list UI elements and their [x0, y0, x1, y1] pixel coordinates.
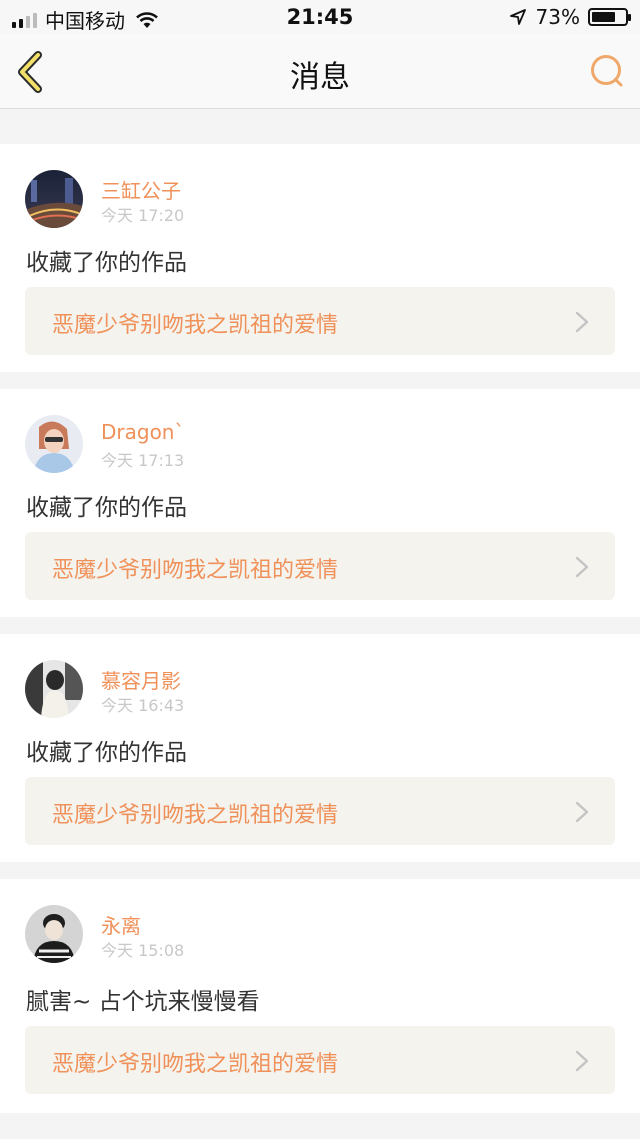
search-button[interactable]	[588, 52, 626, 90]
work-link[interactable]: 恶魔少爷别吻我之凯祖的爱情	[25, 1026, 615, 1094]
message-text: 腻害~ 占个坑来慢慢看	[26, 989, 260, 1015]
page-title: 消息	[290, 60, 350, 95]
username[interactable]: 永离	[101, 910, 141, 939]
chevron-right-icon	[575, 556, 589, 578]
timestamp: 今天 17:20	[101, 206, 185, 225]
nav-bar: 消息	[0, 34, 640, 109]
status-right: 73%	[509, 5, 631, 29]
avatar[interactable]	[25, 415, 83, 473]
username[interactable]: 三缸公子	[101, 175, 181, 204]
battery-icon	[588, 8, 631, 26]
work-link[interactable]: 恶魔少爷别吻我之凯祖的爱情	[25, 287, 615, 355]
avatar[interactable]	[25, 660, 83, 718]
timestamp: 今天 15:08	[101, 941, 185, 960]
avatar[interactable]	[25, 905, 83, 963]
chevron-right-icon	[575, 311, 589, 333]
work-title: 恶魔少爷别吻我之凯祖的爱情	[52, 558, 339, 583]
message-card: 慕容月影 今天 16:43 收藏了你的作品 恶魔少爷别吻我之凯祖的爱情	[0, 634, 640, 862]
message-card: Dragon` 今天 17:13 收藏了你的作品 恶魔少爷别吻我之凯祖的爱情	[0, 389, 640, 617]
work-link[interactable]: 恶魔少爷别吻我之凯祖的爱情	[25, 777, 615, 845]
message-text: 收藏了你的作品	[26, 740, 187, 766]
work-title: 恶魔少爷别吻我之凯祖的爱情	[52, 313, 339, 338]
message-text: 收藏了你的作品	[26, 250, 187, 276]
chevron-right-icon	[575, 1050, 589, 1072]
username[interactable]: Dragon`	[101, 420, 185, 444]
location-arrow-icon	[509, 9, 526, 25]
chevron-right-icon	[575, 801, 589, 823]
work-title: 恶魔少爷别吻我之凯祖的爱情	[52, 803, 339, 828]
timestamp: 今天 16:43	[101, 696, 185, 715]
status-bar: 中国移动 21:45 73%	[0, 0, 640, 34]
message-card: 永离 今天 15:08 腻害~ 占个坑来慢慢看 恶魔少爷别吻我之凯祖的爱情	[0, 879, 640, 1113]
username[interactable]: 慕容月影	[101, 665, 181, 694]
timestamp: 今天 17:13	[101, 451, 185, 470]
message-card: 三缸公子 今天 17:20 收藏了你的作品 恶魔少爷别吻我之凯祖的爱情	[0, 144, 640, 372]
work-title: 恶魔少爷别吻我之凯祖的爱情	[52, 1052, 339, 1077]
search-icon	[591, 55, 623, 87]
battery-percent: 73%	[535, 5, 580, 29]
work-link[interactable]: 恶魔少爷别吻我之凯祖的爱情	[25, 532, 615, 600]
message-text: 收藏了你的作品	[26, 495, 187, 521]
avatar[interactable]	[25, 170, 83, 228]
